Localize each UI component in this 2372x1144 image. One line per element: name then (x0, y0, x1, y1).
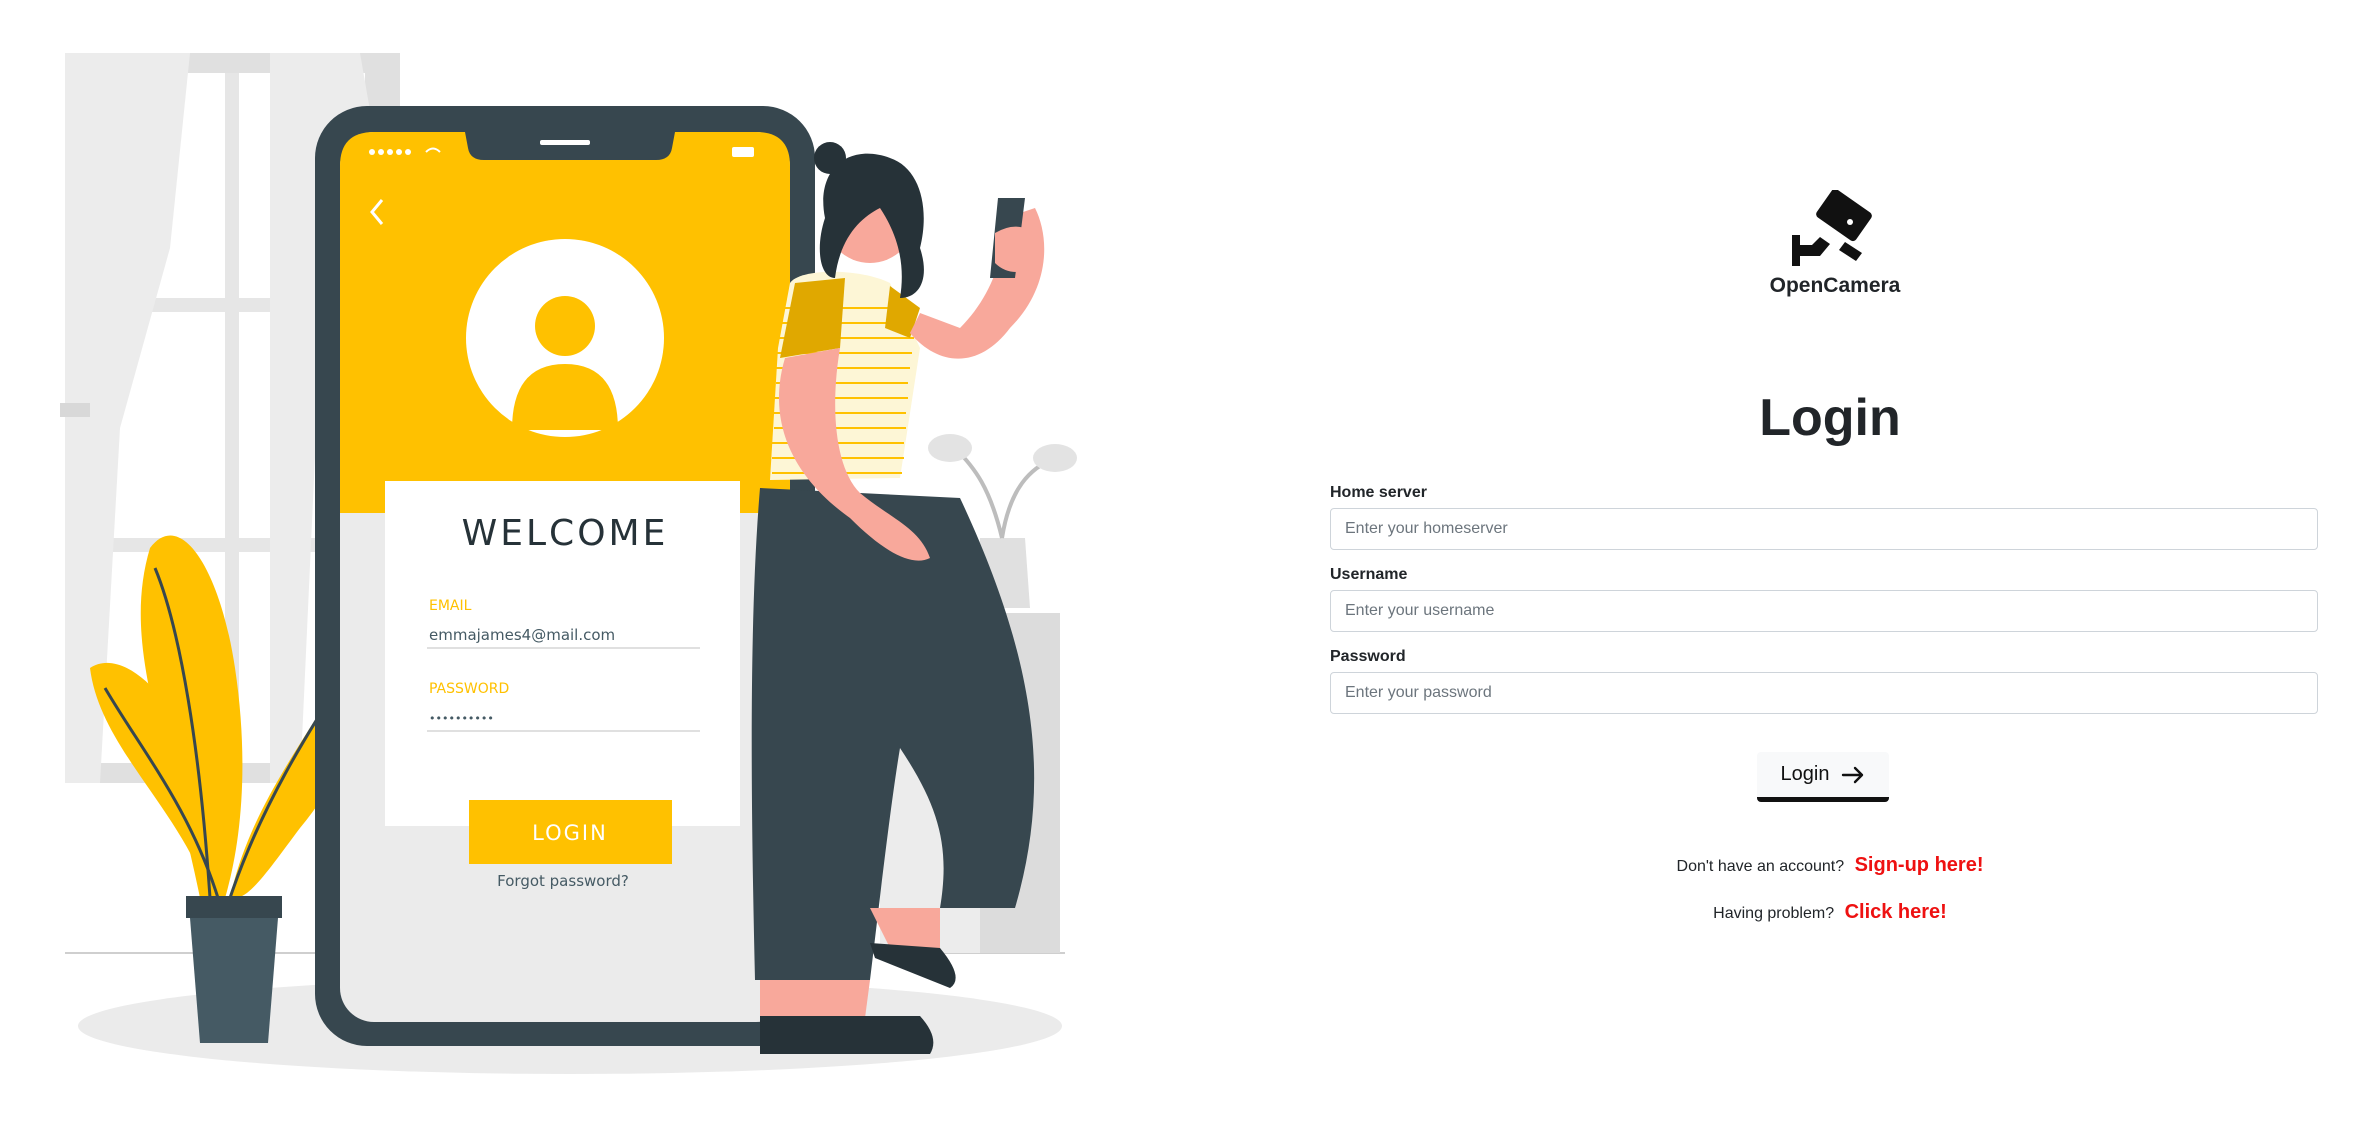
welcome-title: WELCOME (462, 513, 669, 554)
email-value: emmajames4@mail.com (429, 626, 615, 644)
security-camera-icon (1792, 190, 1872, 266)
password-field: Password (1330, 648, 2318, 714)
email-label: EMAIL (429, 598, 472, 614)
signup-prompt-text: Don't have an account? (1676, 858, 1845, 875)
username-field: Username (1330, 566, 2318, 632)
forgot-password-text: Forgot password? (497, 872, 629, 890)
signup-link[interactable]: Sign-up here! (1855, 854, 1984, 876)
password-label: PASSWORD (429, 681, 509, 697)
password-input[interactable] (1330, 672, 2318, 714)
phone-illustration (315, 106, 815, 1046)
help-prompt: Having problem? Click here! (1330, 901, 2330, 924)
signup-prompt: Don't have an account? Sign-up here! (1330, 854, 2330, 877)
brand-name: OpenCamera (1769, 274, 1901, 297)
phone-login-button: LOGIN (532, 821, 608, 845)
home-server-label: Home server (1330, 484, 1427, 501)
brand: OpenCamera (1755, 190, 1915, 298)
password-value: •••••••••• (429, 712, 494, 725)
login-button-label: Login (1780, 763, 1830, 785)
password-label: Password (1330, 648, 1406, 665)
help-link[interactable]: Click here! (1845, 901, 1947, 923)
login-button[interactable]: Login (1757, 752, 1889, 802)
home-server-input[interactable] (1330, 508, 2318, 550)
username-label: Username (1330, 566, 1408, 583)
arrow-right-icon (1842, 766, 1864, 783)
home-server-field: Home server (1330, 484, 2318, 550)
help-prompt-text: Having problem? (1713, 905, 1835, 922)
username-input[interactable] (1330, 590, 2318, 632)
page-title: Login (1759, 389, 1901, 447)
login-illustration: WELCOME EMAIL emmajames4@mail.com PASSWO… (60, 53, 1077, 1074)
